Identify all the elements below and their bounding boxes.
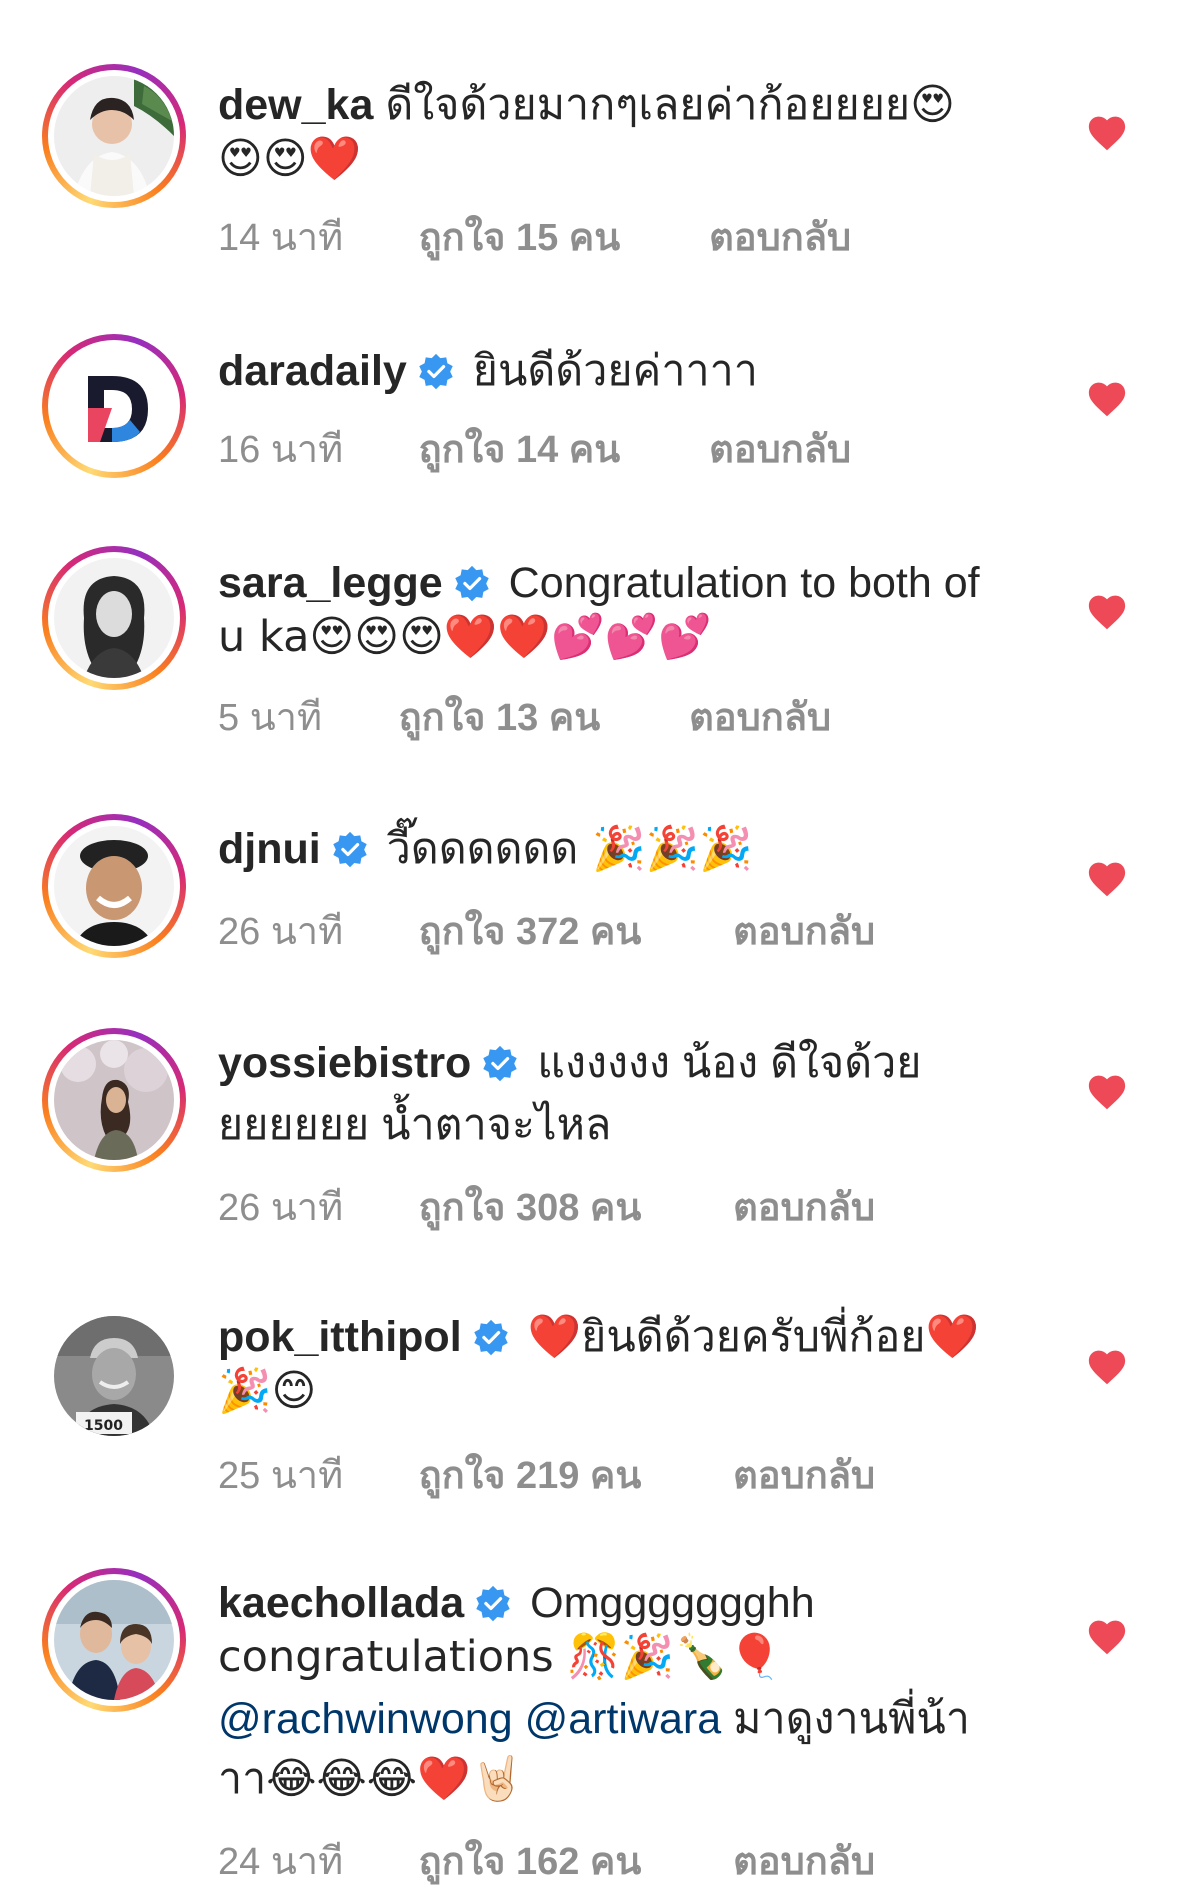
reply-button[interactable]: ตอบกลับ	[733, 900, 875, 961]
comment-line: congratulations 🎊🎉🍾🎈	[218, 1630, 1048, 1684]
reply-button[interactable]: ตอบกลับ	[733, 1176, 875, 1237]
comment-line: าา😂😂😂❤️🤘🏻	[218, 1752, 1048, 1806]
comment-line: u ka😍😍😍❤️❤️💕💕💕	[218, 610, 1048, 664]
comment-text: congratulations 🎊🎉🍾🎈	[218, 1632, 782, 1682]
heart-icon[interactable]	[1086, 1618, 1128, 1656]
verified-badge-icon	[483, 1045, 518, 1082]
mention-link[interactable]: @artiwara	[525, 1695, 722, 1743]
comment-line: djnui วี๊ดดดดดด 🎉🎉🎉	[218, 822, 1048, 876]
comment-text: ยินดีด้วยค่าาาา	[472, 347, 758, 395]
avatar	[54, 1040, 174, 1160]
verified-badge-icon	[332, 831, 367, 868]
comment-line: @rachwinwong @artiwara มาดูงานพี่น้า	[218, 1692, 1048, 1746]
comment-likes-count[interactable]: ถูกใจ 372 คน	[419, 900, 723, 961]
avatar-story-ring[interactable]	[42, 1028, 186, 1172]
comment-likes-count[interactable]: ถูกใจ 15 คน	[419, 206, 699, 267]
avatar	[54, 826, 174, 946]
reply-button[interactable]: ตอบกลับ	[733, 1444, 875, 1505]
comment-line: kaechollada Omggggggghh	[218, 1576, 1048, 1630]
reply-button[interactable]: ตอบกลับ	[733, 1830, 875, 1891]
heart-icon[interactable]	[1086, 114, 1128, 152]
username[interactable]: yossiebistro	[218, 1039, 471, 1087]
verified-badge-icon	[454, 565, 489, 602]
username[interactable]: daradaily	[218, 347, 407, 395]
comment-line: 🎉😊	[218, 1364, 1048, 1418]
avatar-story-ring[interactable]	[42, 814, 186, 958]
comment-meta: 24 นาที ถูกใจ 162 คน ตอบกลับ	[218, 1830, 875, 1891]
svg-text:1500: 1500	[84, 1418, 123, 1434]
comment-time: 26 นาที	[218, 1187, 344, 1229]
comment-line: dew_ka ดีใจด้วยมากๆเลยค่าก้อยยยย😍	[218, 78, 1048, 132]
heart-icon[interactable]	[1086, 1348, 1128, 1386]
comment-time: 25 นาที	[218, 1455, 344, 1497]
comment-text: ❤️ยินดีด้วยครับพี่ก้อย❤️	[527, 1312, 980, 1362]
username[interactable]: dew_ka	[218, 81, 373, 129]
username[interactable]: pok_itthipol	[218, 1313, 462, 1361]
comment-text: Omggggggghh	[530, 1579, 815, 1627]
comment-text: Congratulation to both of	[508, 559, 980, 607]
comment-likes-count[interactable]: ถูกใจ 308 คน	[419, 1176, 723, 1237]
comment-likes-count[interactable]: ถูกใจ 219 คน	[419, 1444, 723, 1505]
comment-meta: 26 นาที ถูกใจ 308 คน ตอบกลับ	[218, 1176, 875, 1237]
avatar-image: 1500	[54, 1316, 174, 1436]
comment-text: วี๊ดดดดดด 🎉🎉🎉	[386, 824, 753, 874]
comment-text: 😍😍❤️	[218, 134, 362, 184]
heart-icon[interactable]	[1086, 593, 1128, 631]
heart-icon[interactable]	[1086, 860, 1128, 898]
comment-text: แงงงงง น้อง ดีใจด้วย	[537, 1039, 922, 1087]
mention-link[interactable]: @rachwinwong	[218, 1695, 513, 1743]
comment-time: 16 นาที	[218, 429, 344, 471]
comment-text: าา😂😂😂❤️🤘🏻	[218, 1754, 525, 1804]
username[interactable]: sara_legge	[218, 559, 443, 607]
comment-likes-count[interactable]: ถูกใจ 13 คน	[399, 686, 679, 747]
comment-text: ยยยยยย น้ำตาจะไหล	[218, 1101, 612, 1149]
reply-button[interactable]: ตอบกลับ	[689, 686, 831, 747]
comment-time: 24 นาที	[218, 1841, 344, 1883]
avatar-story-ring[interactable]	[42, 1568, 186, 1712]
avatar	[54, 1580, 174, 1700]
comment-meta: 26 นาที ถูกใจ 372 คน ตอบกลับ	[218, 900, 875, 961]
username[interactable]: djnui	[218, 825, 321, 873]
comment-line: ยยยยยย น้ำตาจะไหล	[218, 1098, 1048, 1152]
comment-meta: 25 นาที ถูกใจ 219 คน ตอบกลับ	[218, 1444, 875, 1505]
comment-meta: 14 นาที ถูกใจ 15 คน ตอบกลับ	[218, 206, 851, 267]
comment-text: มาดูงานพี่น้า	[721, 1695, 970, 1743]
comment-meta: 16 นาที ถูกใจ 14 คน ตอบกลับ	[218, 418, 851, 479]
comment-line: 😍😍❤️	[218, 132, 1048, 186]
comment-time: 26 นาที	[218, 911, 344, 953]
username[interactable]: kaechollada	[218, 1579, 464, 1627]
comment-text: u ka😍😍😍❤️❤️💕💕💕	[218, 612, 712, 662]
verified-badge-icon	[419, 353, 453, 390]
comment-likes-count[interactable]: ถูกใจ 162 คน	[419, 1830, 723, 1891]
avatar-story-ring[interactable]	[42, 64, 186, 208]
avatar[interactable]: 1500	[42, 1304, 186, 1448]
verified-badge-icon	[473, 1319, 508, 1356]
reply-button[interactable]: ตอบกลับ	[709, 206, 851, 267]
avatar	[54, 346, 174, 466]
comment-text: 🎉😊	[218, 1366, 317, 1416]
heart-icon[interactable]	[1086, 1073, 1128, 1111]
reply-button[interactable]: ตอบกลับ	[709, 418, 851, 479]
comment-line: yossiebistro แงงงงง น้อง ดีใจด้วย	[218, 1036, 1048, 1090]
comment-line: daradaily ยินดีด้วยค่าาาา	[218, 344, 1048, 398]
avatar-story-ring[interactable]	[42, 546, 186, 690]
comment-time: 14 นาที	[218, 217, 344, 259]
avatar-story-ring[interactable]	[42, 334, 186, 478]
comment-line: sara_legge Congratulation to both of	[218, 556, 1048, 610]
avatar	[54, 558, 174, 678]
comment-likes-count[interactable]: ถูกใจ 14 คน	[419, 418, 699, 479]
verified-badge-icon	[476, 1585, 510, 1622]
heart-icon[interactable]	[1086, 380, 1128, 418]
comment-time: 5 นาที	[218, 697, 323, 739]
comment-meta: 5 นาที ถูกใจ 13 คน ตอบกลับ	[218, 686, 831, 747]
comment-text: ดีใจด้วยมากๆเลยค่าก้อยยยย😍	[385, 80, 955, 130]
comment-line: pok_itthipol ❤️ยินดีด้วยครับพี่ก้อย❤️	[218, 1310, 1048, 1364]
avatar	[54, 76, 174, 196]
